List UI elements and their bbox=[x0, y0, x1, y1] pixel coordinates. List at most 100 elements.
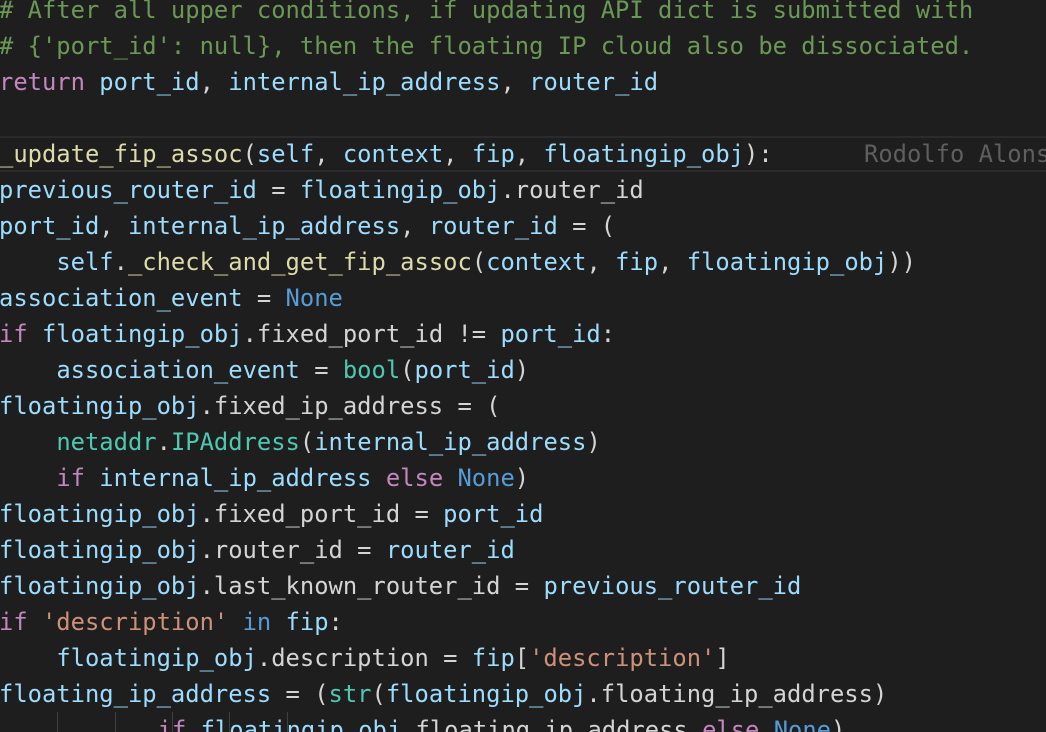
code-token: bool bbox=[342, 356, 401, 384]
code-editor[interactable]: # After all upper conditions, if updatin… bbox=[0, 0, 1046, 732]
code-token: ( bbox=[471, 248, 487, 276]
code-line[interactable]: if 'description' in fip: bbox=[0, 604, 1046, 640]
code-line[interactable]: if floatingip_obj.fixed_port_id != port_… bbox=[0, 316, 1046, 352]
code-token: .fixed_port_id = bbox=[199, 500, 444, 528]
code-line[interactable]: floating_ip_address = (str(floatingip_ob… bbox=[0, 676, 1046, 712]
code-token: router_id bbox=[529, 68, 659, 96]
code-line[interactable]: floatingip_obj.fixed_port_id = port_id bbox=[0, 496, 1046, 532]
code-token: netaddr bbox=[56, 428, 157, 456]
code-token: , bbox=[400, 212, 429, 240]
code-token: context bbox=[486, 248, 587, 276]
code-line-text: if 'description' in fip: bbox=[0, 604, 343, 640]
code-token: = bbox=[242, 284, 286, 312]
code-token: . bbox=[113, 248, 128, 276]
code-token: ( bbox=[371, 680, 386, 708]
code-token: ] bbox=[715, 644, 730, 672]
code-token: ( bbox=[242, 140, 257, 168]
code-token: None bbox=[773, 716, 832, 732]
code-line[interactable]: previous_router_id = floatingip_obj.rout… bbox=[0, 172, 1046, 208]
code-line-text: if floatingip_obj.fixed_port_id != port_… bbox=[0, 316, 615, 352]
code-token: 'description' bbox=[529, 644, 716, 672]
code-token: fip bbox=[615, 248, 659, 276]
code-line[interactable]: return port_id, internal_ip_address, rou… bbox=[0, 64, 1046, 100]
code-token: in bbox=[242, 608, 272, 636]
code-token: floatingip_obj bbox=[56, 644, 257, 672]
code-token: router_id bbox=[428, 212, 558, 240]
code-line[interactable]: port_id, internal_ip_address, router_id … bbox=[0, 208, 1046, 244]
code-line-text: if floatingip_obj.floating_ip_address el… bbox=[43, 712, 846, 732]
code-line[interactable]: if floatingip_obj.floating_ip_address el… bbox=[0, 712, 1046, 732]
code-line[interactable] bbox=[0, 100, 1046, 136]
code-line[interactable]: if internal_ip_address else None) bbox=[0, 460, 1046, 496]
code-token: ) bbox=[514, 464, 530, 492]
code-line[interactable]: # {'port_id': null}, then the floating I… bbox=[0, 28, 1046, 64]
code-line[interactable]: netaddr.IPAddress(internal_ip_address) bbox=[0, 424, 1046, 460]
code-token: .floating_ip_address) bbox=[586, 680, 888, 708]
code-token: = bbox=[256, 176, 300, 204]
code-line[interactable]: floatingip_obj.router_id = router_id bbox=[0, 532, 1046, 568]
code-token: .last_known_router_id = bbox=[199, 572, 544, 600]
code-token: IPAddress bbox=[170, 428, 300, 456]
code-line[interactable]: floatingip_obj.description = fip['descri… bbox=[0, 640, 1046, 676]
code-token: floatingip_obj bbox=[0, 536, 200, 564]
code-line-text: floating_ip_address = (str(floatingip_ob… bbox=[0, 676, 887, 712]
code-token: .router_id bbox=[500, 176, 644, 204]
code-line[interactable]: association_event = bool(port_id) bbox=[0, 352, 1046, 388]
code-token: port_id bbox=[99, 68, 200, 96]
code-line-text: floatingip_obj.description = fip['descri… bbox=[0, 640, 730, 676]
code-token: internal_ip_address bbox=[228, 68, 501, 96]
code-token: fip bbox=[285, 608, 329, 636]
code-token: port_id bbox=[500, 320, 601, 348]
code-line-text: previous_router_id = floatingip_obj.rout… bbox=[0, 172, 644, 208]
code-line-text: floatingip_obj.router_id = router_id bbox=[0, 532, 515, 568]
code-token: ( bbox=[400, 356, 415, 384]
code-token: floatingip_obj bbox=[200, 716, 402, 732]
code-token: : bbox=[328, 608, 343, 636]
code-token: floatingip_obj bbox=[543, 140, 745, 168]
code-token: , bbox=[199, 68, 229, 96]
code-token: _update_fip_assoc bbox=[0, 140, 243, 168]
code-line-text: floatingip_obj.fixed_port_id = port_id bbox=[0, 496, 543, 532]
code-token: if bbox=[0, 320, 28, 348]
code-token: floatingip_obj bbox=[0, 572, 200, 600]
code-line[interactable]: # After all upper conditions, if updatin… bbox=[0, 0, 1046, 28]
code-token: ): bbox=[744, 140, 773, 168]
code-token: _check_and_get_fip_assoc bbox=[127, 248, 472, 276]
code-token: = bbox=[299, 356, 343, 384]
code-line[interactable]: self._check_and_get_fip_assoc(context, f… bbox=[0, 244, 1046, 280]
code-line[interactable]: association_event = None bbox=[0, 280, 1046, 316]
code-line[interactable]: floatingip_obj.last_known_router_id = pr… bbox=[0, 568, 1046, 604]
code-token: , bbox=[99, 212, 128, 240]
code-line-text: _update_fip_assoc(self, context, fip, fl… bbox=[0, 138, 773, 170]
code-token: previous_router_id bbox=[543, 572, 802, 600]
code-line[interactable]: _update_fip_assoc(self, context, fip, fl… bbox=[0, 136, 1046, 172]
code-token: previous_router_id bbox=[0, 176, 257, 204]
code-token: floatingip_obj bbox=[0, 500, 200, 528]
code-token: str bbox=[328, 680, 372, 708]
code-token: # After all upper conditions, if updatin… bbox=[0, 0, 974, 24]
code-token: , bbox=[658, 248, 687, 276]
code-token: if bbox=[56, 464, 85, 492]
code-token: .router_id = bbox=[199, 536, 386, 564]
code-token: .fixed_port_id != bbox=[242, 320, 501, 348]
code-token: port_id bbox=[0, 212, 100, 240]
git-blame-annotation: Rodolfo Alons bbox=[864, 140, 1046, 168]
code-token: self bbox=[256, 140, 315, 168]
code-token: fip bbox=[471, 644, 515, 672]
code-token: )) bbox=[887, 248, 916, 276]
code-token: [ bbox=[514, 644, 530, 672]
code-line[interactable]: floatingip_obj.fixed_ip_address = ( bbox=[0, 388, 1046, 424]
code-line-text: floatingip_obj.fixed_ip_address = ( bbox=[0, 388, 500, 424]
code-token: floating_ip_address bbox=[0, 680, 272, 708]
